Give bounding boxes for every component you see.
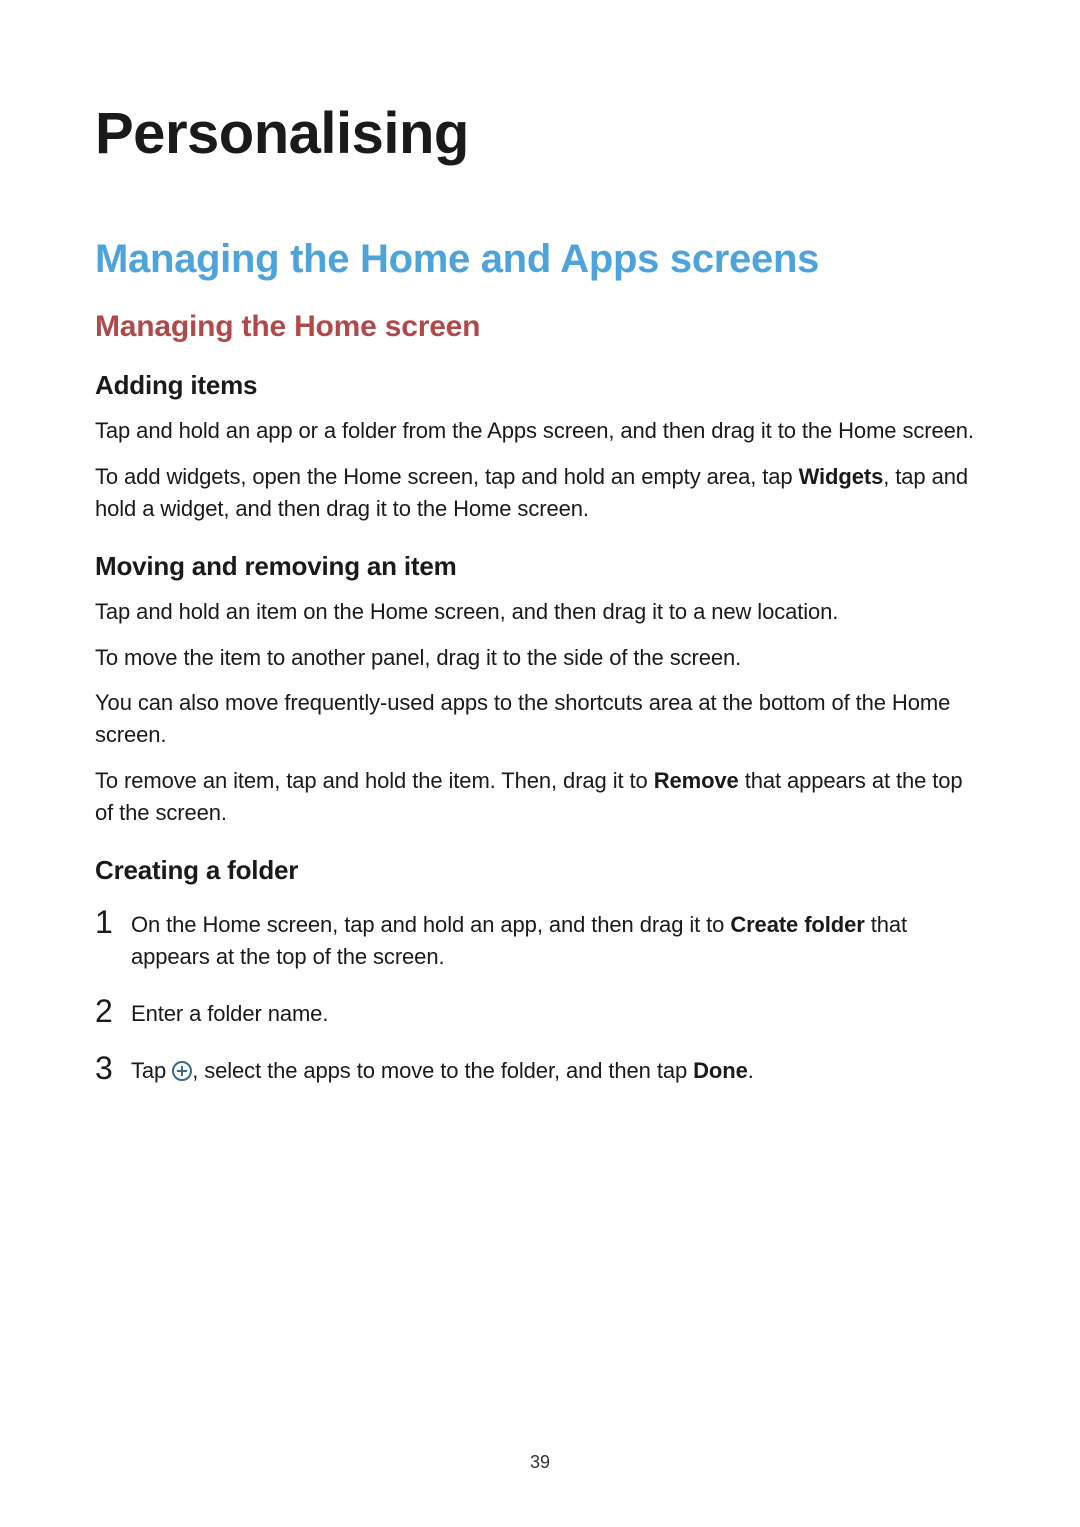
page-number: 39 xyxy=(0,1452,1080,1473)
body-paragraph: Tap and hold an item on the Home screen,… xyxy=(95,596,985,628)
step-item: 1 On the Home screen, tap and hold an ap… xyxy=(95,906,985,973)
plus-circle-icon xyxy=(172,1058,192,1078)
step-item: 2 Enter a folder name. xyxy=(95,995,985,1030)
bold-text: Widgets xyxy=(799,464,884,489)
topic-heading-creating-folder: Creating a folder xyxy=(95,855,985,886)
text-run: To add widgets, open the Home screen, ta… xyxy=(95,464,799,489)
step-body: Tap , select the apps to move to the fol… xyxy=(131,1052,985,1087)
topic-heading-moving-removing: Moving and removing an item xyxy=(95,551,985,582)
bold-text: Create folder xyxy=(730,912,864,937)
body-paragraph: To move the item to another panel, drag … xyxy=(95,642,985,674)
body-paragraph: You can also move frequently-used apps t… xyxy=(95,687,985,751)
step-item: 3 Tap , select the apps to move to the f… xyxy=(95,1052,985,1087)
step-number: 3 xyxy=(95,1052,131,1084)
document-page: Personalising Managing the Home and Apps… xyxy=(0,0,1080,1527)
subsection-heading: Managing the Home screen xyxy=(95,310,985,344)
bold-text: Done xyxy=(693,1058,748,1083)
page-title: Personalising xyxy=(95,100,985,167)
body-paragraph: To add widgets, open the Home screen, ta… xyxy=(95,461,985,525)
step-body: On the Home screen, tap and hold an app,… xyxy=(131,906,985,973)
bold-text: Remove xyxy=(654,768,739,793)
section-heading: Managing the Home and Apps screens xyxy=(95,237,985,282)
body-paragraph: To remove an item, tap and hold the item… xyxy=(95,765,985,829)
text-run: , select the apps to move to the folder,… xyxy=(192,1058,693,1083)
body-paragraph: Tap and hold an app or a folder from the… xyxy=(95,415,985,447)
step-number: 1 xyxy=(95,906,131,938)
step-number: 2 xyxy=(95,995,131,1027)
text-run: To remove an item, tap and hold the item… xyxy=(95,768,654,793)
text-run: Tap xyxy=(131,1058,172,1083)
topic-heading-adding-items: Adding items xyxy=(95,370,985,401)
ordered-steps: 1 On the Home screen, tap and hold an ap… xyxy=(95,906,985,1087)
text-run: . xyxy=(748,1058,754,1083)
step-body: Enter a folder name. xyxy=(131,995,985,1030)
text-run: On the Home screen, tap and hold an app,… xyxy=(131,912,730,937)
